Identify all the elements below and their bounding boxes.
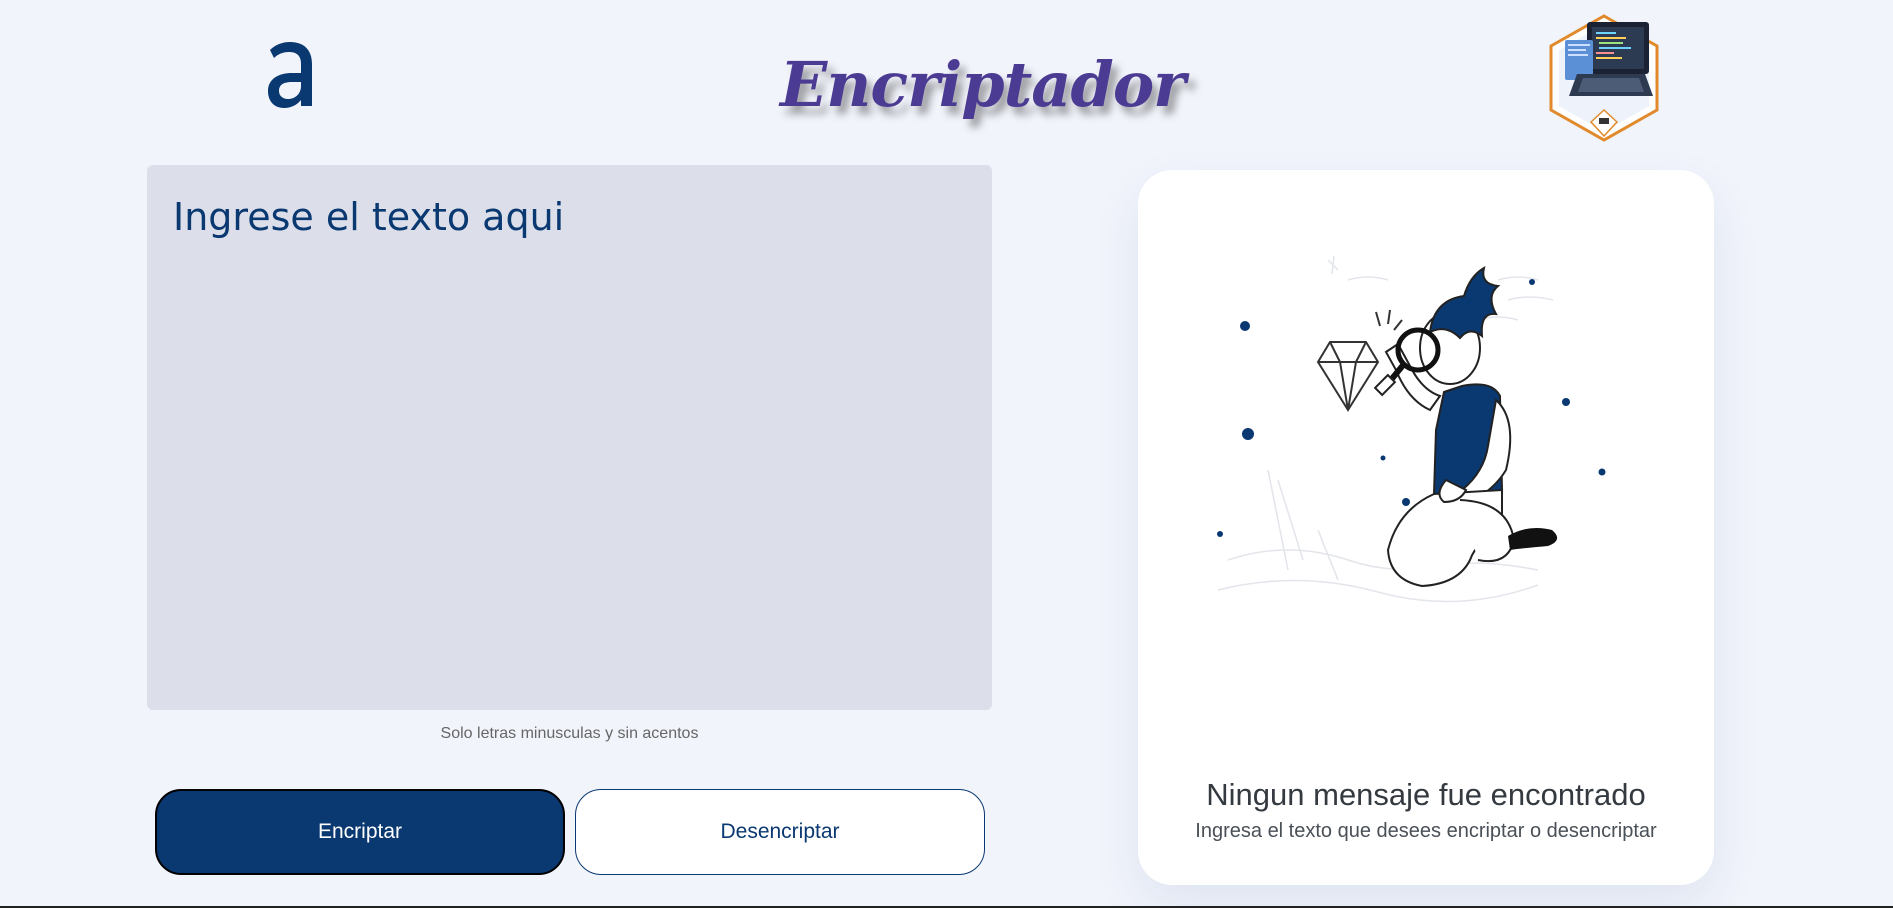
empty-message-title: Ningun mensaje fue encontrado xyxy=(1206,777,1646,812)
input-hint: Solo letras minusculas y sin acentos xyxy=(440,725,699,742)
alura-logo-icon xyxy=(268,42,318,112)
output-panel: Ningun mensaje fue encontrado Ingresa el… xyxy=(1138,170,1714,885)
decrypt-button[interactable]: Desencriptar xyxy=(575,789,985,875)
app-title: Encriptador xyxy=(780,48,1186,121)
person-with-magnifying-glass-icon xyxy=(1208,240,1644,640)
text-input[interactable] xyxy=(147,165,992,710)
encrypt-button[interactable]: Encriptar xyxy=(155,789,565,875)
empty-message-subtitle: Ingresa el texto que desees encriptar o … xyxy=(1195,820,1657,842)
laptop-code-badge-icon xyxy=(1547,14,1661,144)
